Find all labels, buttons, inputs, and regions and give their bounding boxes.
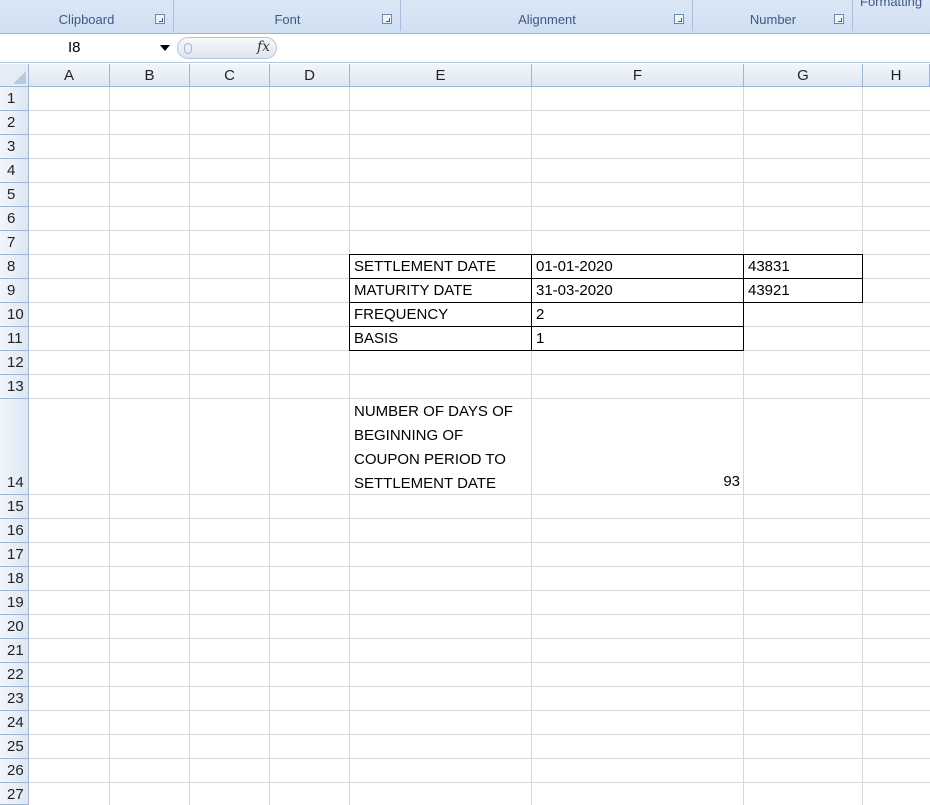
cell-e8[interactable]: SETTLEMENT DATE (349, 254, 532, 279)
row-header-7[interactable]: 7 (0, 231, 29, 255)
ribbon-group-label: Font (274, 12, 301, 27)
gridline (189, 87, 190, 805)
row-header-19[interactable]: 19 (0, 591, 29, 615)
resize-handle-icon[interactable] (184, 43, 192, 54)
cell-e14[interactable]: NUMBER OF DAYS OF BEGINNING OF COUPON PE… (350, 400, 520, 494)
row-header-23[interactable]: 23 (0, 687, 29, 711)
ribbon-group-number: Number (694, 0, 853, 31)
select-all-button[interactable] (0, 64, 29, 87)
insert-function-icon[interactable]: fx (257, 39, 270, 55)
row-header-18[interactable]: 18 (0, 567, 29, 591)
gridline (29, 206, 930, 207)
gridline (29, 158, 930, 159)
gridline (269, 87, 270, 805)
row-header-20[interactable]: 20 (0, 615, 29, 639)
cell-f8[interactable]: 01-01-2020 (531, 254, 744, 279)
row-header-12[interactable]: 12 (0, 351, 29, 375)
gridline (29, 398, 930, 399)
gridline (29, 590, 930, 591)
row-header-11[interactable]: 11 (0, 327, 29, 351)
gridline (862, 87, 863, 805)
row-header-10[interactable]: 10 (0, 303, 29, 327)
gridline (29, 758, 930, 759)
row-header-8[interactable]: 8 (0, 255, 29, 279)
column-header-h[interactable]: H (863, 64, 930, 87)
row-header-25[interactable]: 25 (0, 735, 29, 759)
dialog-launcher-icon[interactable] (382, 14, 392, 24)
worksheet-grid[interactable]: A B C D E F G H 1 2 3 4 5 6 7 8 9 10 11 … (0, 64, 930, 805)
gridline (29, 638, 930, 639)
column-header-a[interactable]: A (29, 64, 110, 87)
ribbon-group-alignment: Alignment (402, 0, 693, 31)
row-header-9[interactable]: 9 (0, 279, 29, 303)
chevron-down-icon[interactable] (160, 45, 170, 51)
gridline (743, 87, 744, 805)
row-header-22[interactable]: 22 (0, 663, 29, 687)
cell-f10[interactable]: 2 (531, 302, 744, 327)
cell-e10[interactable]: FREQUENCY (349, 302, 532, 327)
cell-g8[interactable]: 43831 (743, 254, 863, 279)
row-header-4[interactable]: 4 (0, 159, 29, 183)
ribbon-group-font: Font (175, 0, 401, 31)
cell-g9[interactable]: 43921 (743, 278, 863, 303)
ribbon-group-label: Formatting (860, 0, 923, 9)
row-header-16[interactable]: 16 (0, 519, 29, 543)
column-header-d[interactable]: D (270, 64, 350, 87)
gridline (29, 542, 930, 543)
ribbon-group-clipboard: Clipboard (0, 0, 174, 31)
row-header-15[interactable]: 15 (0, 495, 29, 519)
name-box[interactable]: I8 (0, 37, 175, 59)
gridline (29, 518, 930, 519)
column-header-b[interactable]: B (110, 64, 190, 87)
gridline (29, 686, 930, 687)
dialog-launcher-icon[interactable] (155, 14, 165, 24)
ribbon-group-styles: Formatting (854, 0, 930, 31)
gridline (109, 87, 110, 805)
gridline (29, 734, 930, 735)
cell-e9[interactable]: MATURITY DATE (349, 278, 532, 303)
formula-input[interactable] (279, 38, 930, 60)
row-header-6[interactable]: 6 (0, 207, 29, 231)
gridline (29, 182, 930, 183)
column-header-c[interactable]: C (190, 64, 270, 87)
row-header-21[interactable]: 21 (0, 639, 29, 663)
column-header-e[interactable]: E (350, 64, 532, 87)
insert-function-pill: fx (177, 37, 277, 59)
dialog-launcher-icon[interactable] (674, 14, 684, 24)
cell-e11[interactable]: BASIS (349, 326, 532, 351)
ribbon-group-label: Alignment (518, 12, 576, 27)
row-header-2[interactable]: 2 (0, 111, 29, 135)
gridline (29, 566, 930, 567)
gridline (29, 110, 930, 111)
row-header-17[interactable]: 17 (0, 543, 29, 567)
gridline (29, 614, 930, 615)
row-header-14[interactable]: 14 (0, 399, 29, 495)
ribbon-group-label: Clipboard (58, 12, 115, 27)
column-header-g[interactable]: G (744, 64, 863, 87)
gridline (29, 782, 930, 783)
gridline (531, 87, 532, 805)
formula-bar: I8 fx (0, 34, 930, 63)
gridline (29, 134, 930, 135)
cell-f14[interactable]: 93 (532, 470, 743, 494)
column-header-f[interactable]: F (532, 64, 744, 87)
cell-f11[interactable]: 1 (531, 326, 744, 351)
cell-f9[interactable]: 31-03-2020 (531, 278, 744, 303)
row-header-5[interactable]: 5 (0, 183, 29, 207)
row-header-26[interactable]: 26 (0, 759, 29, 783)
dialog-launcher-icon[interactable] (834, 14, 844, 24)
row-header-24[interactable]: 24 (0, 711, 29, 735)
row-header-1[interactable]: 1 (0, 87, 29, 111)
gridline (29, 662, 930, 663)
ribbon-group-label: Number (749, 12, 797, 27)
ribbon: Clipboard Font Alignment Number Formatti… (0, 0, 930, 34)
gridline (29, 710, 930, 711)
row-header-27[interactable]: 27 (0, 783, 29, 805)
name-box-value: I8 (68, 39, 81, 56)
gridline (29, 230, 930, 231)
gridline (29, 374, 930, 375)
row-header-3[interactable]: 3 (0, 135, 29, 159)
row-header-13[interactable]: 13 (0, 375, 29, 399)
